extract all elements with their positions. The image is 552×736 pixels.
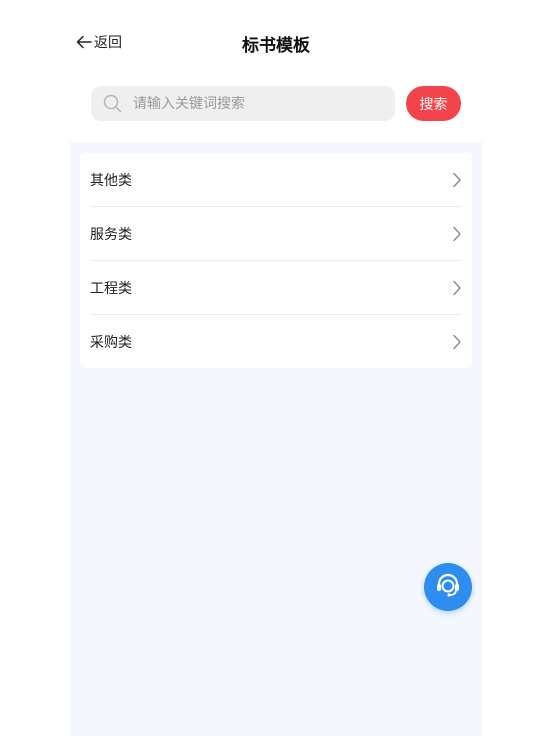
category-label: 采购类: [90, 334, 132, 351]
search-input[interactable]: [131, 94, 375, 113]
arrow-left-icon: [76, 35, 94, 49]
customer-service-icon: [434, 571, 462, 603]
page: 返回 标书模板 搜索 其他类 服务类: [0, 0, 552, 736]
content-area: 其他类 服务类 工程类 采购类: [70, 142, 482, 736]
back-label: 返回: [94, 35, 122, 51]
category-item-engineering[interactable]: 工程类: [90, 261, 462, 315]
category-label: 工程类: [90, 280, 132, 297]
chevron-right-icon: [452, 280, 462, 296]
search-bar[interactable]: [91, 86, 395, 121]
back-button[interactable]: 返回: [76, 32, 122, 52]
chevron-right-icon: [452, 334, 462, 350]
category-item-service[interactable]: 服务类: [90, 207, 462, 261]
category-label: 服务类: [90, 226, 132, 243]
customer-service-button[interactable]: [424, 563, 472, 611]
chevron-right-icon: [452, 226, 462, 242]
search-button[interactable]: 搜索: [406, 86, 461, 121]
category-item-procurement[interactable]: 采购类: [90, 315, 462, 368]
header: 返回 标书模板: [70, 22, 482, 62]
category-label: 其他类: [90, 172, 132, 189]
category-item-other[interactable]: 其他类: [90, 153, 462, 207]
category-list: 其他类 服务类 工程类 采购类: [80, 153, 472, 368]
chevron-right-icon: [452, 172, 462, 188]
page-title: 标书模板: [242, 36, 310, 56]
search-icon: [103, 94, 122, 113]
